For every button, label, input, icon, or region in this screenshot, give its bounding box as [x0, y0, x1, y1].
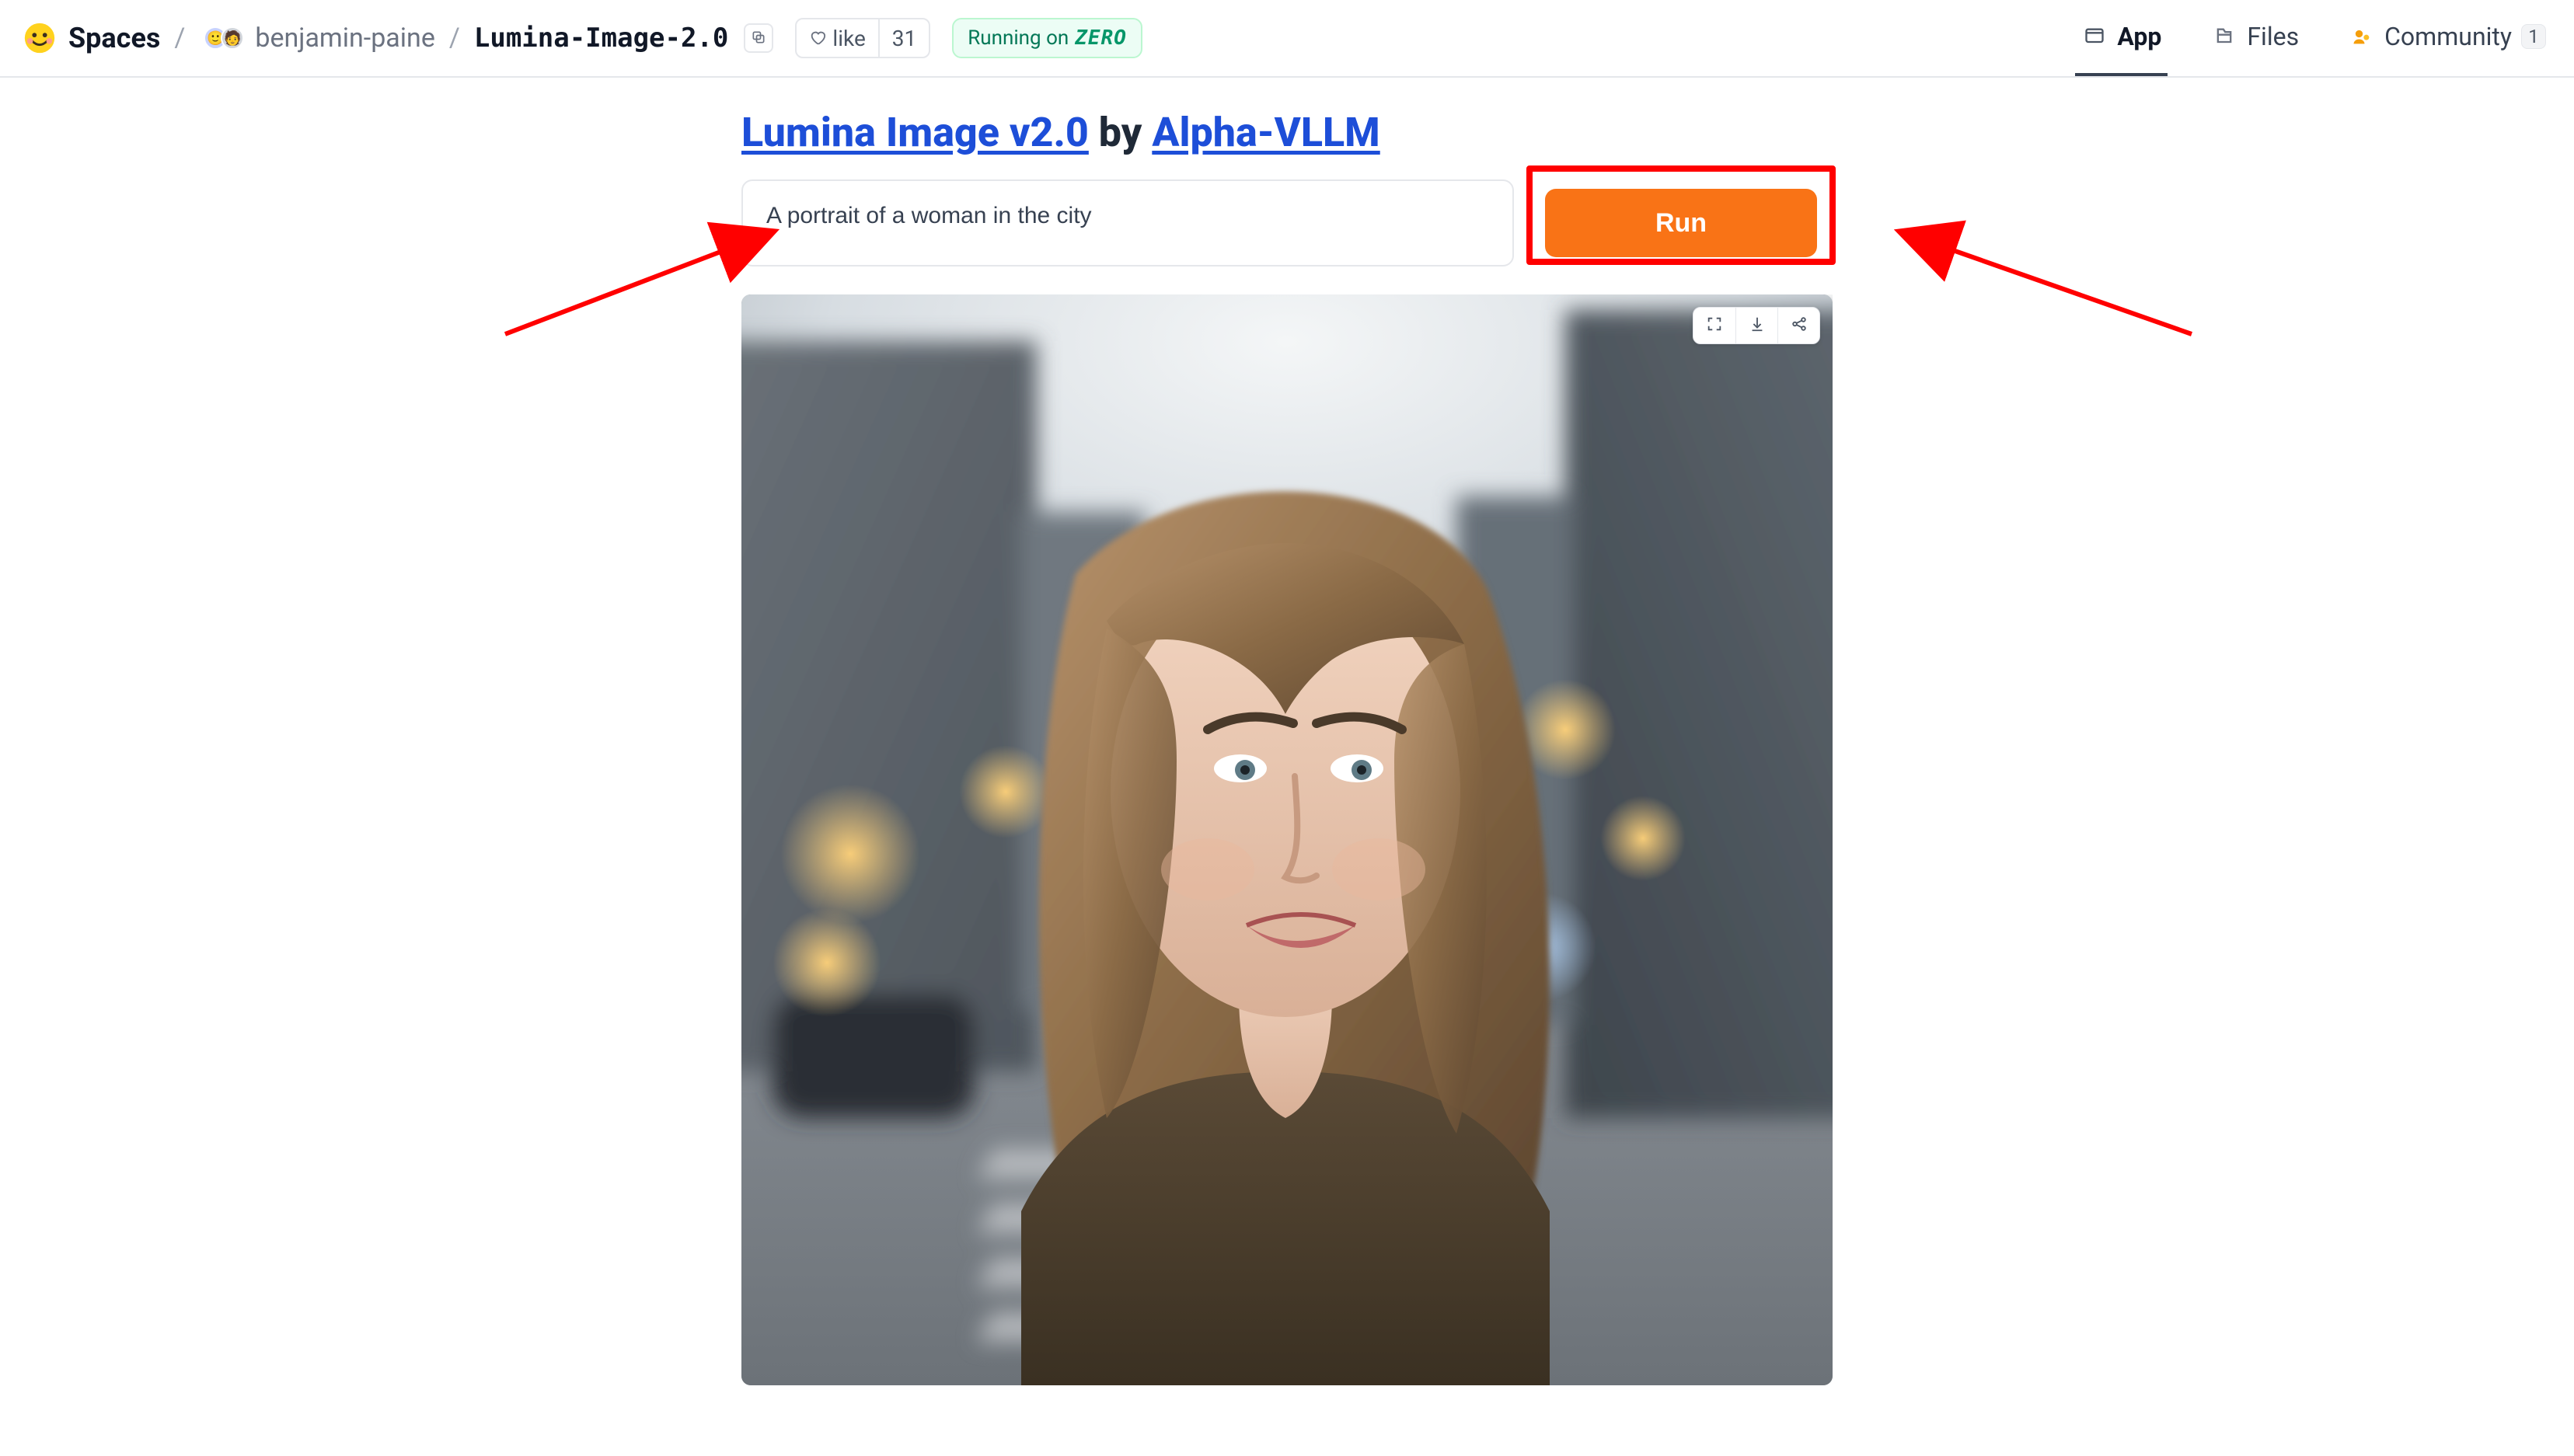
like-label: like: [832, 26, 865, 51]
top-bar: Spaces / 🙂 🧑 benjamin-paine / Lumina-Ima…: [0, 0, 2574, 78]
tab-files[interactable]: Files: [2205, 0, 2305, 76]
breadcrumb-separator: /: [449, 23, 460, 54]
like-pill: like 31: [795, 18, 930, 58]
breadcrumb-separator: /: [174, 23, 185, 54]
fullscreen-icon: [1706, 315, 1723, 336]
tab-label: Community: [2384, 22, 2512, 51]
model-link[interactable]: Lumina Image v2.0: [741, 109, 1089, 156]
tab-label: Files: [2247, 22, 2299, 51]
prompt-card[interactable]: [741, 179, 1514, 266]
tab-label: App: [2117, 22, 2161, 51]
like-button[interactable]: like: [797, 19, 879, 57]
status-prefix: Running on: [968, 26, 1069, 50]
like-count: 31: [880, 19, 929, 57]
tab-community[interactable]: Community 1: [2342, 0, 2552, 76]
copy-repo-name-button[interactable]: [744, 23, 773, 53]
author-link[interactable]: Alpha-VLLM: [1152, 109, 1379, 156]
output-image[interactable]: [741, 294, 1833, 1385]
share-button[interactable]: [1777, 308, 1819, 343]
status-badge[interactable]: Running on ZERO: [952, 18, 1142, 58]
fullscreen-button[interactable]: [1693, 308, 1735, 343]
files-icon: [2211, 23, 2237, 50]
download-icon: [1749, 315, 1766, 336]
nav-tabs: App Files Community 1: [2075, 0, 2552, 76]
prompt-row: Run: [741, 179, 1833, 266]
title-by: by: [1089, 109, 1152, 156]
community-count-badge: 1: [2521, 24, 2546, 49]
run-wrap: Run: [1529, 179, 1833, 266]
owner-avatars: 🙂 🧑: [204, 26, 244, 50]
heart-icon: [809, 26, 826, 51]
owner-link[interactable]: benjamin-paine: [255, 23, 434, 54]
run-button[interactable]: Run: [1545, 189, 1817, 257]
image-toolbar: [1693, 307, 1820, 344]
page-title: Lumina Image v2.0 by Alpha-VLLM: [741, 109, 1833, 156]
repo-name[interactable]: Lumina-Image-2.0: [474, 23, 729, 54]
status-zero: ZERO: [1075, 26, 1127, 50]
breadcrumb: Spaces / 🙂 🧑 benjamin-paine / Lumina-Ima…: [22, 18, 1142, 58]
annotation-arrow-run: [1873, 210, 2199, 350]
avatar: 🧑: [221, 26, 244, 50]
share-icon: [1791, 315, 1808, 336]
community-icon: [2349, 23, 2375, 50]
download-button[interactable]: [1735, 308, 1777, 343]
tab-app[interactable]: App: [2075, 0, 2168, 76]
copy-icon: [751, 30, 766, 47]
spaces-label[interactable]: Spaces: [68, 22, 160, 54]
huggingface-logo-icon[interactable]: [22, 20, 58, 56]
app-icon: [2081, 23, 2108, 50]
app-main: Lumina Image v2.0 by Alpha-VLLM Run: [741, 109, 1833, 1385]
prompt-input[interactable]: [766, 203, 1489, 229]
